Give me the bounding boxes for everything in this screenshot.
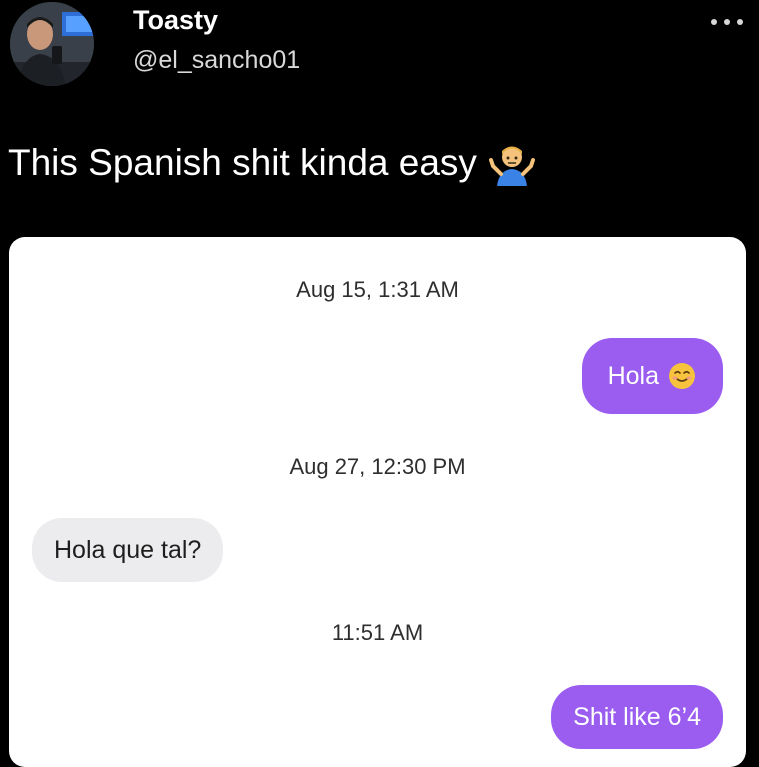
conversation-screenshot: Aug 15, 1:31 AM Hola Aug 27, 12:30 PM Ho… bbox=[9, 237, 746, 767]
message-text: Hola que tal? bbox=[54, 536, 202, 564]
message-timestamp: 11:51 AM bbox=[331, 620, 424, 645]
more-options-icon[interactable] bbox=[711, 16, 743, 28]
avatar-photo bbox=[10, 2, 94, 86]
dot bbox=[724, 19, 730, 25]
dot bbox=[737, 19, 743, 25]
smiling-face-icon bbox=[669, 363, 695, 389]
dot bbox=[711, 19, 717, 25]
tweet-text-content: This Spanish shit kinda easy bbox=[8, 142, 477, 183]
message-timestamp: Aug 15, 1:31 AM bbox=[296, 277, 459, 302]
incoming-message-bubble[interactable]: Hola que tal? bbox=[32, 518, 224, 582]
avatar[interactable] bbox=[10, 2, 94, 86]
outgoing-message-bubble[interactable]: Hola bbox=[581, 338, 723, 414]
tweet-text: This Spanish shit kinda easy bbox=[8, 140, 535, 186]
user-handle[interactable]: @el_sancho01 bbox=[133, 45, 300, 75]
message-text: Hola bbox=[607, 362, 659, 390]
outgoing-message-bubble[interactable]: Shit like 6’4 bbox=[551, 685, 723, 749]
message-text: Shit like 6’4 bbox=[573, 703, 701, 731]
person-shrugging-icon bbox=[488, 146, 535, 186]
message-timestamp: Aug 27, 12:30 PM bbox=[289, 454, 466, 479]
display-name[interactable]: Toasty bbox=[133, 4, 218, 36]
